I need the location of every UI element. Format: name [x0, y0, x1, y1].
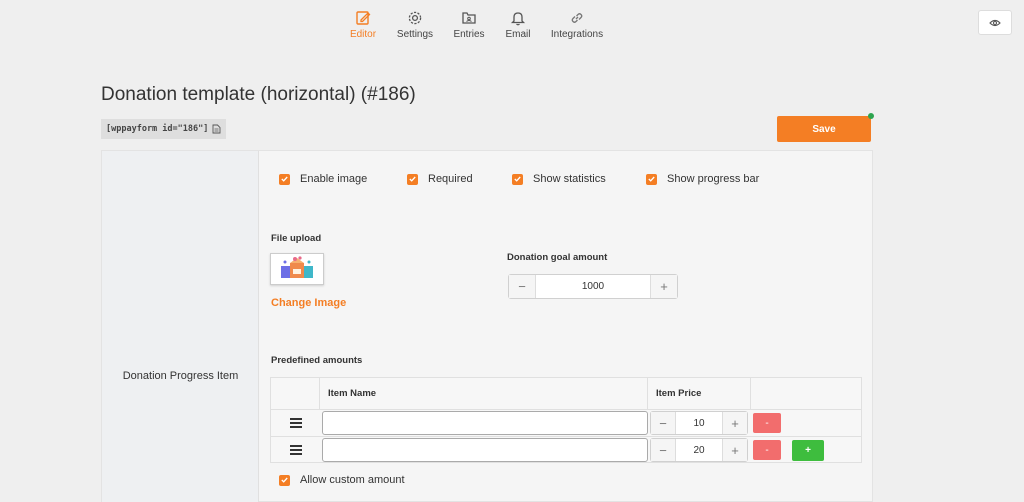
increment-button[interactable]: + — [723, 412, 747, 434]
remove-row-button[interactable]: - — [753, 413, 781, 433]
checkbox-show-progress-bar[interactable]: Show progress bar — [646, 173, 759, 185]
checkbox-allow-custom-amount[interactable]: Allow custom amount — [279, 474, 405, 486]
table-header-actions — [751, 378, 863, 409]
nav-tab-entries[interactable]: Entries — [453, 10, 485, 40]
item-price-input[interactable]: 20 — [675, 439, 723, 461]
top-navigation: Editor Settings Entries Email Integratio… — [0, 8, 1024, 48]
checkbox-checked-icon[interactable] — [279, 173, 290, 185]
remove-row-button[interactable]: - — [753, 440, 781, 460]
item-price-input[interactable]: 10 — [675, 412, 723, 434]
nav-tab-label: Editor — [349, 29, 377, 40]
donation-image-thumbnail — [270, 253, 324, 285]
table-header-item-name: Item Name — [320, 378, 648, 409]
predefined-amounts-label: Predefined amounts — [271, 355, 363, 366]
checkbox-checked-icon[interactable] — [279, 474, 290, 486]
entries-icon — [462, 12, 476, 24]
nav-tab-label: Settings — [396, 29, 434, 40]
nav-tab-label: Entries — [453, 29, 485, 40]
increment-button[interactable]: + — [651, 275, 677, 298]
status-indicator-dot — [868, 113, 874, 119]
donation-goal-label: Donation goal amount — [507, 252, 608, 263]
nav-tab-label: Email — [505, 29, 531, 40]
row-divider — [271, 436, 861, 437]
item-name-input[interactable] — [322, 438, 648, 462]
eye-icon — [989, 19, 1001, 26]
checkbox-label: Enable image — [300, 173, 368, 185]
nav-tab-settings[interactable]: Settings — [396, 10, 434, 40]
bell-icon — [510, 12, 526, 26]
decrement-button[interactable]: − — [509, 275, 535, 298]
row-divider — [271, 409, 861, 410]
item-price-stepper[interactable]: − 20 + — [650, 438, 748, 462]
field-settings-panel: Donation Progress Item Enable image Requ… — [101, 150, 873, 502]
preview-button[interactable] — [978, 10, 1012, 35]
drag-handle-icon[interactable] — [290, 445, 302, 457]
drag-handle-icon[interactable] — [290, 418, 302, 430]
table-header-drag — [271, 378, 320, 409]
file-upload-label: File upload — [271, 233, 322, 244]
item-name-input[interactable] — [322, 411, 648, 435]
checkbox-checked-icon[interactable] — [646, 173, 657, 185]
nav-tab-editor[interactable]: Editor — [348, 10, 378, 40]
link-icon — [571, 13, 583, 23]
field-label-column: Donation Progress Item — [102, 151, 259, 502]
checkbox-label: Show statistics — [533, 173, 606, 185]
predefined-amounts-table: Item Name Item Price − 10 + - − 20 + - + — [270, 377, 862, 463]
checkbox-show-statistics[interactable]: Show statistics — [512, 173, 606, 185]
decrement-button[interactable]: − — [651, 439, 675, 461]
page-title: Donation template (horizontal) (#186) — [101, 84, 416, 105]
nav-tab-label: Integrations — [550, 29, 604, 40]
increment-button[interactable]: + — [723, 439, 747, 461]
item-price-stepper[interactable]: − 10 + — [650, 411, 748, 435]
checkbox-enable-image[interactable]: Enable image — [279, 173, 367, 185]
donation-goal-stepper[interactable]: − 1000 + — [508, 274, 678, 299]
decrement-button[interactable]: − — [651, 412, 675, 434]
checkbox-checked-icon[interactable] — [512, 173, 523, 185]
save-button[interactable]: Save — [777, 116, 871, 142]
gear-icon — [408, 11, 422, 25]
nav-tab-email[interactable]: Email — [504, 10, 532, 40]
checkbox-label: Required — [428, 173, 473, 185]
donation-goal-input[interactable]: 1000 — [535, 275, 651, 298]
checkbox-checked-icon[interactable] — [407, 173, 418, 185]
field-label: Donation Progress Item — [122, 370, 239, 382]
shortcode-copy[interactable]: [wppayform id="186"] — [101, 119, 227, 139]
add-row-button[interactable]: + — [792, 440, 824, 461]
checkbox-required[interactable]: Required — [407, 173, 473, 185]
checkbox-label: Show progress bar — [667, 173, 760, 185]
copy-icon[interactable] — [212, 124, 221, 134]
nav-tab-integrations[interactable]: Integrations — [550, 10, 604, 40]
table-header-item-price: Item Price — [648, 378, 751, 409]
edit-icon — [356, 11, 371, 25]
change-image-link[interactable]: Change Image — [271, 297, 346, 309]
checkbox-label: Allow custom amount — [300, 474, 405, 486]
shortcode-text: [wppayform id="186"] — [106, 124, 209, 134]
